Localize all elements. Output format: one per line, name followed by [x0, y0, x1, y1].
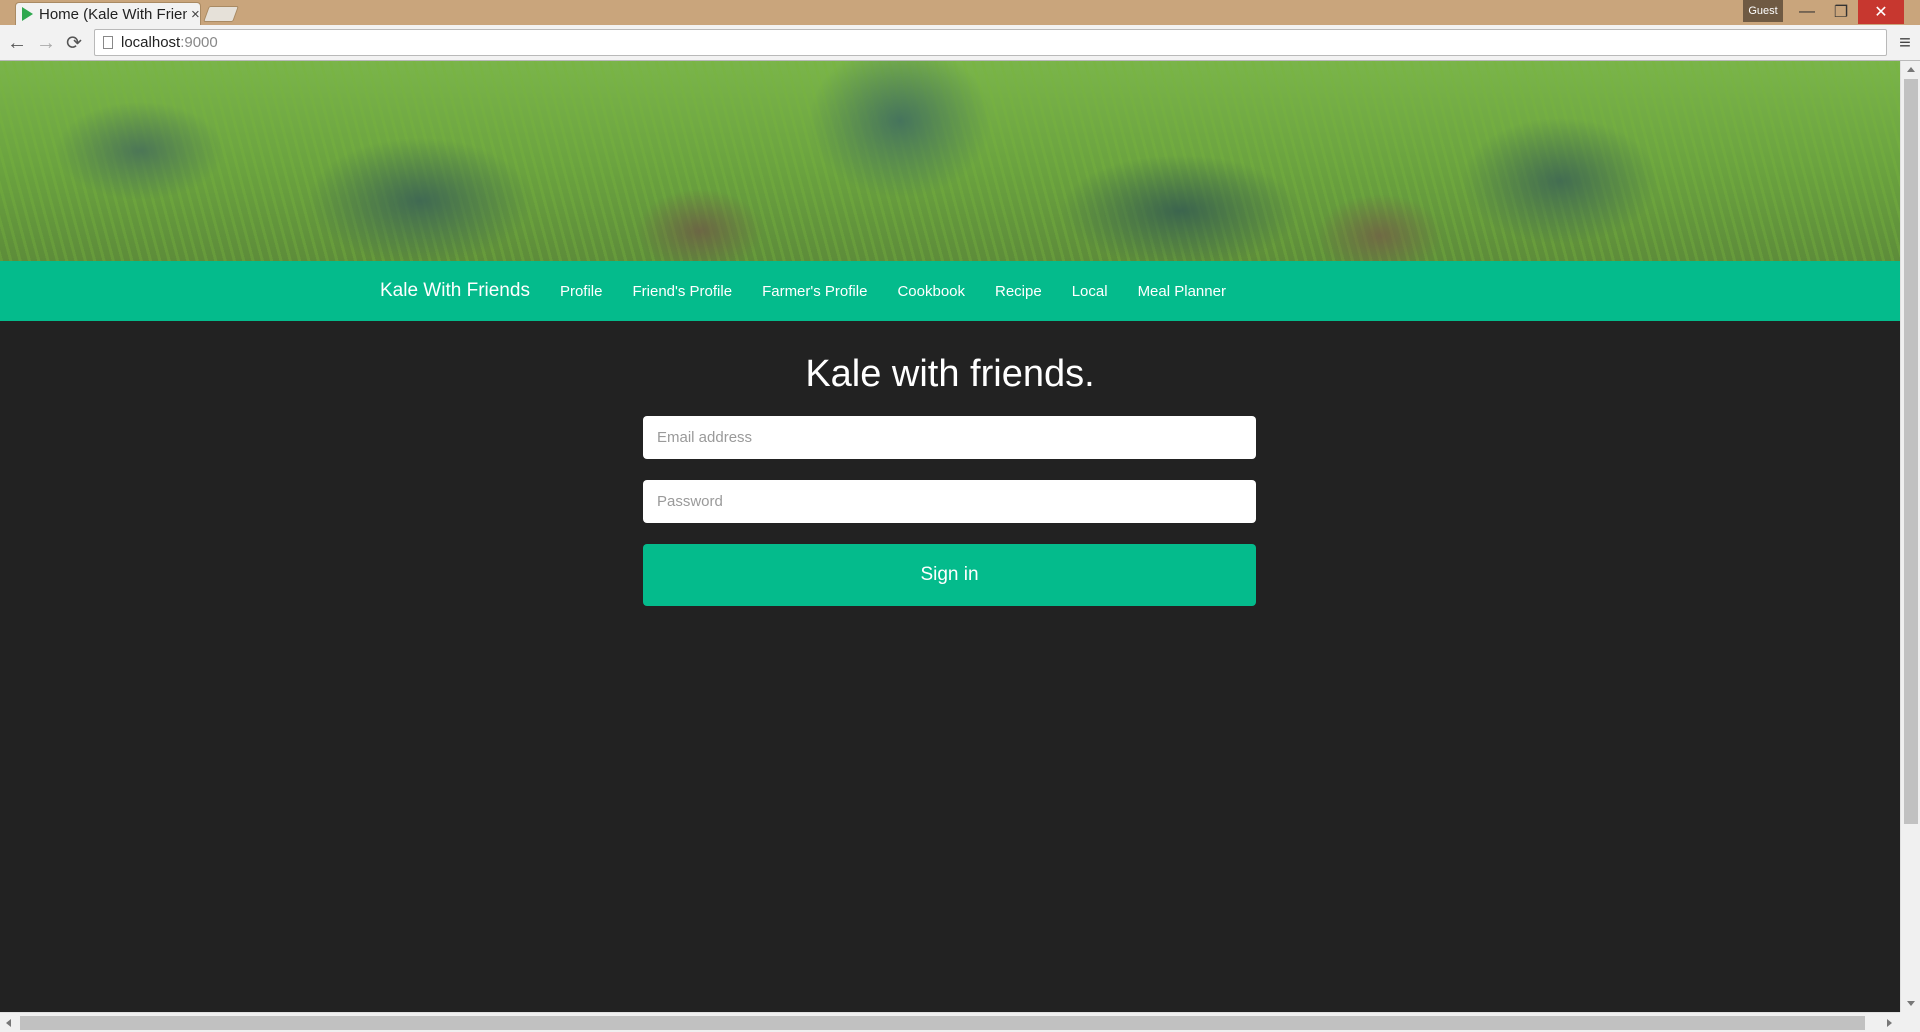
- nav-link-friends-profile[interactable]: Friend's Profile: [632, 283, 732, 300]
- page-icon: [103, 36, 113, 49]
- kale-hero-image: [0, 61, 1900, 261]
- close-window-icon[interactable]: ✕: [1858, 0, 1904, 24]
- password-field[interactable]: [643, 480, 1256, 523]
- scroll-up-arrow-icon[interactable]: [1907, 67, 1915, 72]
- scroll-down-arrow-icon[interactable]: [1907, 1001, 1915, 1006]
- tab-title: Home (Kale With Friends): [39, 5, 187, 23]
- horizontal-scroll-thumb[interactable]: [20, 1016, 1865, 1030]
- nav-link-local[interactable]: Local: [1072, 283, 1108, 300]
- scroll-right-arrow-icon[interactable]: [1887, 1019, 1892, 1027]
- tab-close-icon[interactable]: ×: [191, 6, 200, 23]
- play-favicon-icon: [22, 7, 33, 21]
- nav-link-cookbook[interactable]: Cookbook: [897, 283, 965, 300]
- reload-icon[interactable]: ⟳: [62, 31, 86, 55]
- url-host: localhost: [121, 34, 181, 51]
- horizontal-scrollbar[interactable]: [0, 1012, 1900, 1032]
- email-field[interactable]: [643, 416, 1256, 459]
- sign-in-button[interactable]: Sign in: [643, 544, 1256, 606]
- scroll-left-arrow-icon[interactable]: [6, 1019, 11, 1027]
- page-title: Kale with friends.: [805, 353, 1095, 395]
- forward-arrow-icon[interactable]: →: [34, 31, 58, 55]
- site-navbar: Kale With Friends Profile Friend's Profi…: [0, 261, 1900, 321]
- nav-link-profile[interactable]: Profile: [560, 283, 603, 300]
- vertical-scroll-thumb[interactable]: [1904, 79, 1918, 824]
- new-tab-button[interactable]: [203, 6, 239, 22]
- minimize-icon[interactable]: —: [1790, 0, 1824, 24]
- hamburger-menu-icon[interactable]: ≡: [1893, 31, 1917, 55]
- nav-link-farmers-profile[interactable]: Farmer's Profile: [762, 283, 867, 300]
- back-arrow-icon[interactable]: ←: [5, 31, 29, 55]
- browser-toolbar: ← → ⟳ localhost:9000 ≡: [0, 25, 1920, 61]
- address-bar[interactable]: localhost:9000: [94, 29, 1887, 56]
- brand-link[interactable]: Kale With Friends: [380, 280, 530, 302]
- vertical-scrollbar[interactable]: [1900, 61, 1920, 1012]
- profile-badge[interactable]: Guest: [1743, 0, 1783, 22]
- page-viewport: Kale With Friends Profile Friend's Profi…: [0, 61, 1900, 1012]
- browser-tab[interactable]: Home (Kale With Friends) ×: [15, 2, 201, 25]
- nav-link-meal-planner[interactable]: Meal Planner: [1138, 283, 1226, 300]
- maximize-icon[interactable]: ❐: [1824, 0, 1858, 24]
- nav-link-recipe[interactable]: Recipe: [995, 283, 1042, 300]
- url-port: :9000: [180, 34, 218, 51]
- scrollbar-corner: [1900, 1012, 1920, 1032]
- browser-titlebar: Home (Kale With Friends) × Guest — ❐ ✕: [0, 0, 1920, 25]
